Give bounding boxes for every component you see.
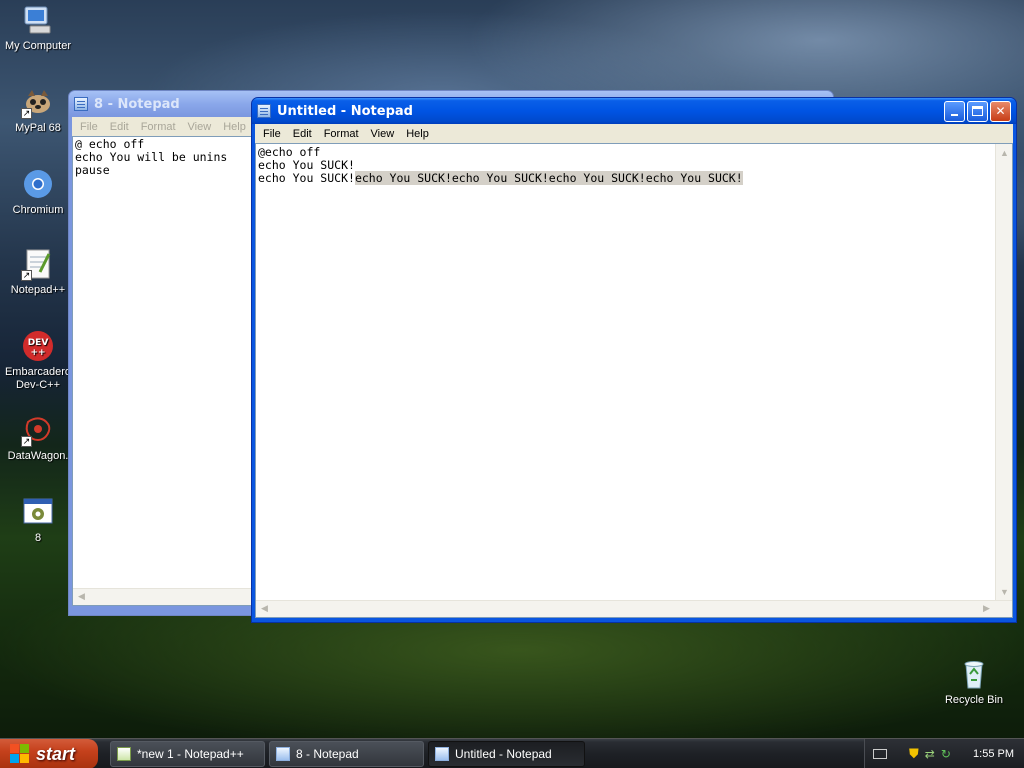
scroll-left-arrow-icon[interactable]: ◀ — [257, 601, 272, 616]
menu-help[interactable]: Help — [400, 128, 435, 140]
mypal-browser-icon: ↗ — [21, 86, 54, 119]
desktop-icon-chromium[interactable]: Chromium — [0, 168, 76, 217]
window-title: 8 - Notepad — [94, 96, 180, 112]
maximize-icon — [972, 106, 983, 116]
horizontal-scrollbar[interactable]: ◀ ▶ — [256, 600, 1012, 617]
close-icon: ✕ — [995, 104, 1006, 118]
desktop-icon-8[interactable]: 8 — [0, 496, 76, 545]
taskbar-button-untitled-notepad[interactable]: Untitled - Notepad — [428, 741, 585, 767]
keyboard-icon[interactable] — [873, 749, 887, 759]
text-area[interactable]: @echo off echo You SUCK! echo You SUCK!ech… — [255, 143, 1013, 618]
devcpp-icon: DEV ++ — [22, 330, 54, 362]
minimize-button[interactable] — [944, 100, 965, 122]
window-titlebar[interactable]: Untitled - Notepad ✕ — [252, 98, 1016, 124]
shortcut-arrow-icon: ↗ — [21, 108, 32, 119]
scroll-up-arrow-icon[interactable]: ▲ — [997, 145, 1012, 160]
menu-format[interactable]: Format — [135, 121, 182, 133]
desktop-icon-label: DataWagon. — [7, 450, 69, 462]
batch-file-icon — [22, 496, 54, 528]
chromium-icon — [22, 168, 54, 200]
menu-bar: File Edit Format View Help — [255, 124, 1013, 143]
desktop-icon-label: Notepad++ — [10, 284, 66, 296]
notepadpp-icon: ↗ — [21, 248, 54, 281]
windows-logo-icon — [10, 744, 30, 764]
menu-view[interactable]: View — [182, 121, 218, 133]
svg-text:++: ++ — [30, 348, 45, 358]
shortcut-arrow-icon: ↗ — [21, 270, 32, 281]
desktop-icon-notepadpp[interactable]: ↗ Notepad++ — [0, 248, 76, 297]
desktop-icon-label: Embarcadero Dev-C++ — [4, 366, 72, 391]
text-line: echo You SUCK!echo You SUCK!echo You SUC… — [258, 171, 1010, 185]
menu-file[interactable]: File — [74, 121, 104, 133]
minimize-icon — [951, 114, 958, 116]
desktop-icon-label: Chromium — [12, 204, 64, 216]
desktop-icon-label: Recycle Bin — [944, 694, 1004, 706]
notepadpp-icon — [117, 747, 131, 761]
desktop-icon-label: MyPal 68 — [15, 122, 61, 134]
notepad-icon — [435, 747, 449, 761]
text-plain: echo You SUCK! — [258, 171, 355, 185]
start-button[interactable]: start — [0, 739, 98, 768]
notepad-icon — [257, 104, 271, 118]
notepad-icon — [276, 747, 290, 761]
clock[interactable]: 1:55 PM — [973, 748, 1014, 760]
desktop-icon-recycle-bin[interactable]: Recycle Bin — [936, 658, 1012, 707]
security-shield-icon[interactable]: ⛊ — [909, 746, 919, 762]
svg-text:DEV: DEV — [28, 338, 49, 348]
desktop-icon-mypal[interactable]: ↗ MyPal 68 — [0, 86, 76, 135]
taskbar-button-label: *new 1 - Notepad++ — [137, 747, 244, 761]
taskbar: start *new 1 - Notepad++ 8 - Notepad Unt… — [0, 738, 1024, 768]
datawagon-icon: ↗ — [21, 414, 54, 447]
window-title: Untitled - Notepad — [277, 103, 413, 119]
menu-edit[interactable]: Edit — [287, 128, 318, 140]
desktop-icon-devcpp[interactable]: DEV ++ Embarcadero Dev-C++ — [0, 330, 76, 392]
editor-text: @echo off echo You SUCK! echo You SUCK!ech… — [256, 144, 1012, 186]
text-line: @echo off — [258, 145, 321, 159]
taskbar-button-label: Untitled - Notepad — [455, 747, 552, 761]
scroll-left-arrow-icon[interactable]: ◀ — [74, 589, 89, 604]
menu-format[interactable]: Format — [318, 128, 365, 140]
menu-help[interactable]: Help — [217, 121, 252, 133]
desktop-icon-datawagon[interactable]: ↗ DataWagon. — [0, 414, 76, 463]
scroll-down-arrow-icon[interactable]: ▼ — [997, 584, 1012, 599]
start-label: start — [36, 743, 76, 764]
desktop-icon-my-computer[interactable]: My Computer — [0, 4, 76, 53]
text-selection: echo You SUCK!echo You SUCK!echo You SUC… — [354, 171, 743, 185]
close-button[interactable]: ✕ — [990, 100, 1011, 122]
maximize-button[interactable] — [967, 100, 988, 122]
taskbar-button-notepadpp[interactable]: *new 1 - Notepad++ — [110, 741, 265, 767]
sync-icon[interactable]: ↻ — [941, 747, 951, 761]
scroll-right-arrow-icon[interactable]: ▶ — [979, 601, 994, 616]
menu-file[interactable]: File — [257, 128, 287, 140]
menu-edit[interactable]: Edit — [104, 121, 135, 133]
menu-view[interactable]: View — [365, 128, 401, 140]
desktop-icon-label: 8 — [34, 532, 42, 544]
system-tray: ⛊ ⇄ ↻ 1:55 PM — [864, 739, 1024, 768]
taskbar-button-8-notepad[interactable]: 8 - Notepad — [269, 741, 424, 767]
taskbar-button-label: 8 - Notepad — [296, 747, 359, 761]
notepad-window-untitled[interactable]: Untitled - Notepad ✕ File Edit Format Vi… — [251, 97, 1017, 623]
shortcut-arrow-icon: ↗ — [21, 436, 32, 447]
computer-icon — [22, 4, 54, 36]
vertical-scrollbar[interactable]: ▲ ▼ — [995, 144, 1012, 600]
recycle-bin-icon — [958, 658, 990, 690]
desktop-icon-label: My Computer — [4, 40, 72, 52]
notepad-icon — [74, 97, 88, 111]
network-icon[interactable]: ⇄ — [925, 747, 935, 761]
